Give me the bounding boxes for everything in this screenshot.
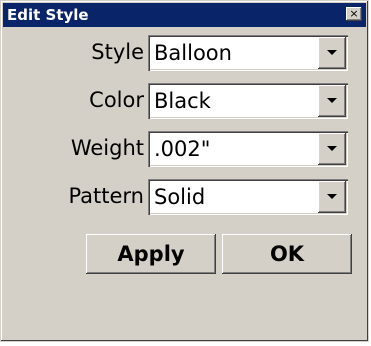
chevron-down-icon [327,194,337,199]
weight-select-value: .002" [154,137,211,161]
chevron-down-icon [327,98,337,103]
color-row: Color Black [1,81,368,121]
color-select-value: Black [154,89,211,113]
ok-button[interactable]: OK [222,234,352,274]
edit-style-dialog: Edit Style × Style Balloon Color Black W… [0,0,369,342]
weight-label: Weight [70,136,144,160]
close-button[interactable]: × [346,7,362,21]
chevron-down-icon [327,50,337,55]
close-icon: × [349,7,359,20]
pattern-row: Pattern Solid [1,177,368,217]
style-select-value: Balloon [154,41,232,65]
style-row: Style Balloon [1,33,368,73]
weight-select[interactable]: .002" [148,131,348,167]
color-dropdown-button[interactable] [318,85,346,117]
color-select[interactable]: Black [148,83,348,119]
pattern-label: Pattern [68,184,144,208]
title-bar[interactable]: Edit Style × [3,3,366,27]
style-label: Style [91,40,144,64]
weight-dropdown-button[interactable] [318,133,346,165]
style-dropdown-button[interactable] [318,37,346,69]
chevron-down-icon [327,146,337,151]
dialog-title: Edit Style [7,6,89,24]
pattern-select-value: Solid [154,185,206,209]
apply-button[interactable]: Apply [86,234,216,274]
pattern-dropdown-button[interactable] [318,181,346,213]
color-label: Color [89,88,144,112]
weight-row: Weight .002" [1,129,368,169]
style-select[interactable]: Balloon [148,35,348,71]
pattern-select[interactable]: Solid [148,179,348,215]
